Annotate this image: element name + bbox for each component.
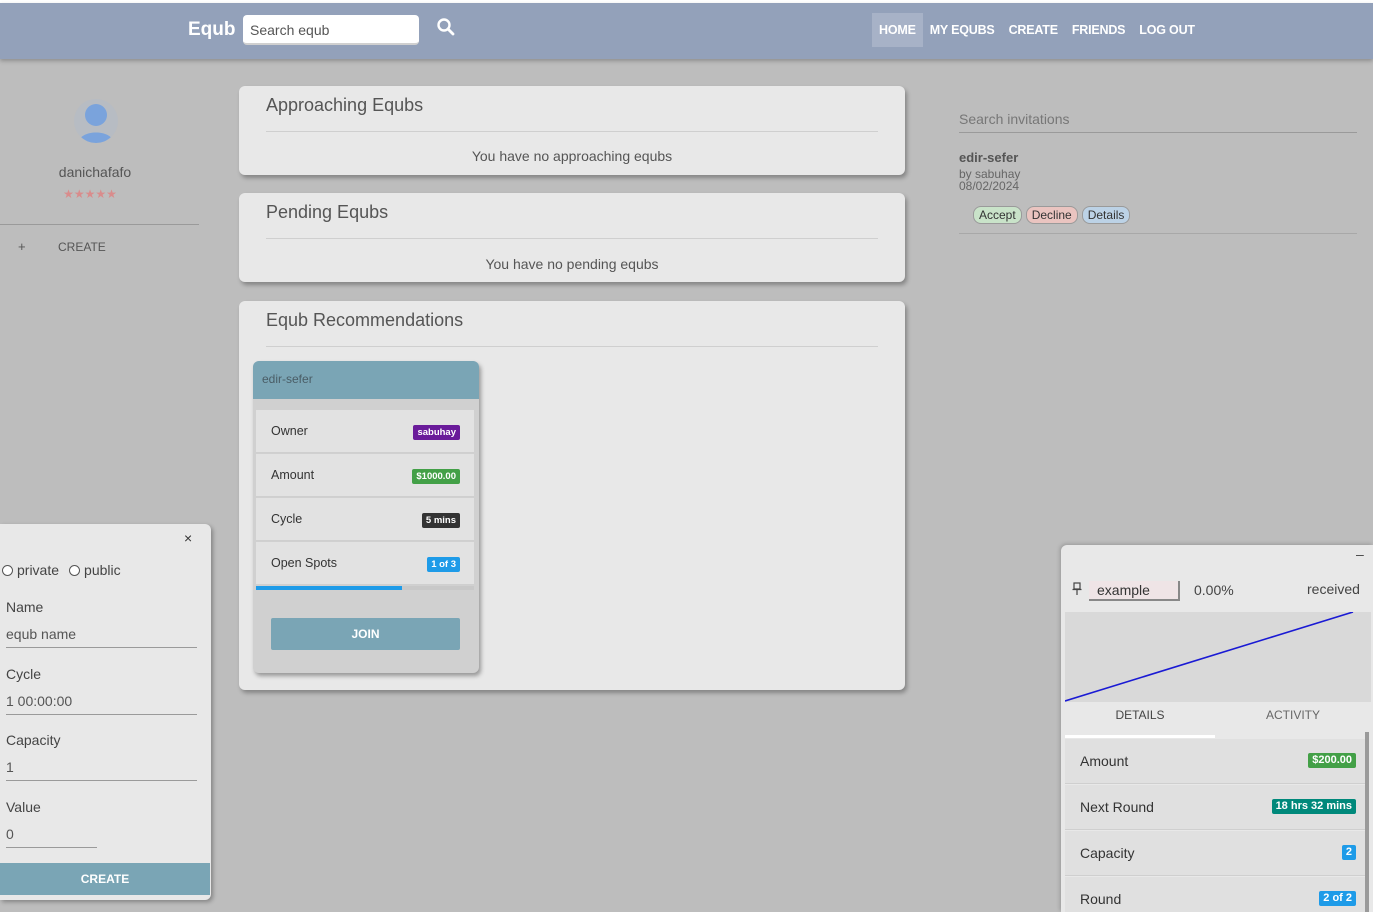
cycle-badge: 5 mins — [421, 513, 460, 528]
pending-equbs-card: Pending Equbs You have no pending equbs — [239, 193, 905, 282]
pin-icon[interactable] — [1072, 582, 1082, 599]
tab-activity[interactable]: ACTIVITY — [1218, 702, 1368, 738]
value-label: Value — [6, 799, 41, 815]
pending-empty-text: You have no pending equbs — [485, 256, 659, 272]
detail-capacity-row: Capacity 2 — [1065, 831, 1365, 876]
owner-badge: sabuhay — [413, 425, 460, 440]
decline-button[interactable]: Decline — [1025, 206, 1078, 224]
detail-scrollbar[interactable] — [1365, 732, 1369, 912]
detail-amount-row: Amount $200.00 — [1065, 739, 1365, 784]
close-icon[interactable]: × — [184, 530, 192, 546]
approaching-equbs-card: Approaching Equbs You have no approachin… — [239, 86, 905, 175]
name-label: Name — [6, 599, 44, 615]
row-label: Amount — [1080, 753, 1129, 769]
radio-private[interactable] — [2, 564, 13, 576]
details-button[interactable]: Details — [1081, 206, 1131, 224]
detail-next-round-row: Next Round 18 hrs 32 mins — [1065, 785, 1365, 830]
radio-private-label: private — [17, 562, 60, 578]
row-label: Amount — [271, 468, 315, 482]
nav-home[interactable]: HOME — [872, 13, 923, 47]
received-percent: 0.00% — [1194, 582, 1234, 598]
join-button[interactable]: JOIN — [271, 618, 460, 650]
received-label: received — [1307, 581, 1360, 597]
avatar[interactable] — [74, 99, 118, 143]
create-equb-form: × private public Name equb name Cycle 1 … — [0, 524, 211, 900]
search-input[interactable]: Search equb — [243, 15, 419, 45]
divider — [266, 131, 878, 132]
progress-chart-svg — [1064, 611, 1354, 702]
approaching-empty-text: You have no approaching equbs — [471, 148, 673, 164]
visibility-radio-group: private public — [2, 562, 121, 578]
sidebar-create-button[interactable]: + CREATE — [18, 239, 106, 254]
equb-owner-row: Owner sabuhay — [256, 410, 474, 453]
nav-create[interactable]: CREATE — [1002, 13, 1065, 47]
cycle-label: Cycle — [6, 666, 42, 682]
approaching-title: Approaching Equbs — [266, 95, 424, 115]
equb-cycle-row: Cycle 5 mins — [256, 498, 474, 541]
sidebar-divider — [0, 224, 199, 225]
amount-badge: $1000.00 — [412, 469, 460, 484]
detail-tabs: DETAILS ACTIVITY — [1065, 702, 1371, 738]
invitation-actions: Accept Decline Details — [973, 206, 1131, 224]
pending-title: Pending Equbs — [266, 202, 389, 222]
equb-amount-row: Amount $1000.00 — [256, 454, 474, 497]
invitation-equb-name: edir-sefer — [959, 150, 1019, 165]
divider — [266, 238, 878, 239]
progress-fill — [256, 586, 403, 590]
equb-open-spots-row: Open Spots 1 of 3 — [256, 542, 474, 585]
equb-detail-panel: – example 0.00% received DETAILS ACTIVIT… — [1061, 545, 1373, 912]
nav-friends[interactable]: FRIENDS — [1065, 13, 1132, 47]
radio-public[interactable] — [69, 564, 81, 576]
nav-log-out[interactable]: LOG OUT — [1132, 13, 1202, 47]
capacity-label: Capacity — [6, 732, 61, 748]
row-label: Capacity — [1080, 845, 1135, 861]
open-spots-badge: 1 of 3 — [427, 557, 460, 572]
navbar: Equb Search equb HOME MY EQUBS CREATE FR… — [0, 3, 1373, 59]
amount-badge: $200.00 — [1308, 753, 1356, 768]
equb-card-name: edir-sefer — [253, 361, 479, 399]
round-badge: 2 of 2 — [1319, 891, 1356, 906]
search-invitations-input[interactable]: Search invitations — [959, 111, 1357, 133]
value-field[interactable]: 0 — [6, 826, 97, 848]
accept-button[interactable]: Accept — [973, 206, 1022, 224]
brand-logo[interactable]: Equb — [188, 19, 236, 41]
recommendation-equb-card: edir-sefer Owner sabuhay Amount $1000.00… — [253, 361, 479, 673]
progress-chart — [1064, 611, 1371, 702]
row-label: Open Spots — [271, 556, 338, 570]
radio-public-label: public — [84, 562, 121, 578]
open-spots-progress — [256, 586, 474, 590]
minimize-icon[interactable]: – — [1356, 546, 1364, 562]
chart-line — [1064, 611, 1354, 702]
cycle-field[interactable]: 1 00:00:00 — [6, 693, 197, 715]
username: danichafafo — [58, 164, 132, 180]
row-label: Owner — [271, 424, 308, 438]
invitation-meta: by sabuhay 08/02/2024 — [959, 168, 1020, 192]
rating-stars: ★★★★★ — [63, 187, 117, 201]
name-field[interactable]: equb name — [6, 626, 197, 648]
row-label: Round — [1080, 891, 1122, 907]
sidebar-create-label: CREATE — [58, 239, 106, 254]
plus-icon: + — [18, 239, 26, 254]
search-icon[interactable] — [436, 17, 456, 37]
nav-links: HOME MY EQUBS CREATE FRIENDS LOG OUT — [872, 13, 1202, 47]
detail-round-row: Round 2 of 2 — [1065, 877, 1365, 912]
create-submit-button[interactable]: CREATE — [0, 863, 210, 895]
equb-select-input[interactable]: example — [1089, 581, 1180, 601]
nav-my-equbs[interactable]: MY EQUBS — [923, 13, 1002, 47]
capacity-field[interactable]: 1 — [6, 759, 197, 781]
invitation-divider — [959, 233, 1357, 234]
divider — [266, 346, 878, 347]
recommendations-title: Equb Recommendations — [266, 310, 464, 330]
tab-details[interactable]: DETAILS — [1065, 702, 1215, 738]
capacity-badge: 2 — [1341, 845, 1356, 860]
next-round-badge: 18 hrs 32 mins — [1271, 799, 1356, 814]
invitation-date: 08/02/2024 — [959, 179, 1020, 193]
row-label: Cycle — [271, 512, 303, 526]
row-label: Next Round — [1080, 799, 1154, 815]
